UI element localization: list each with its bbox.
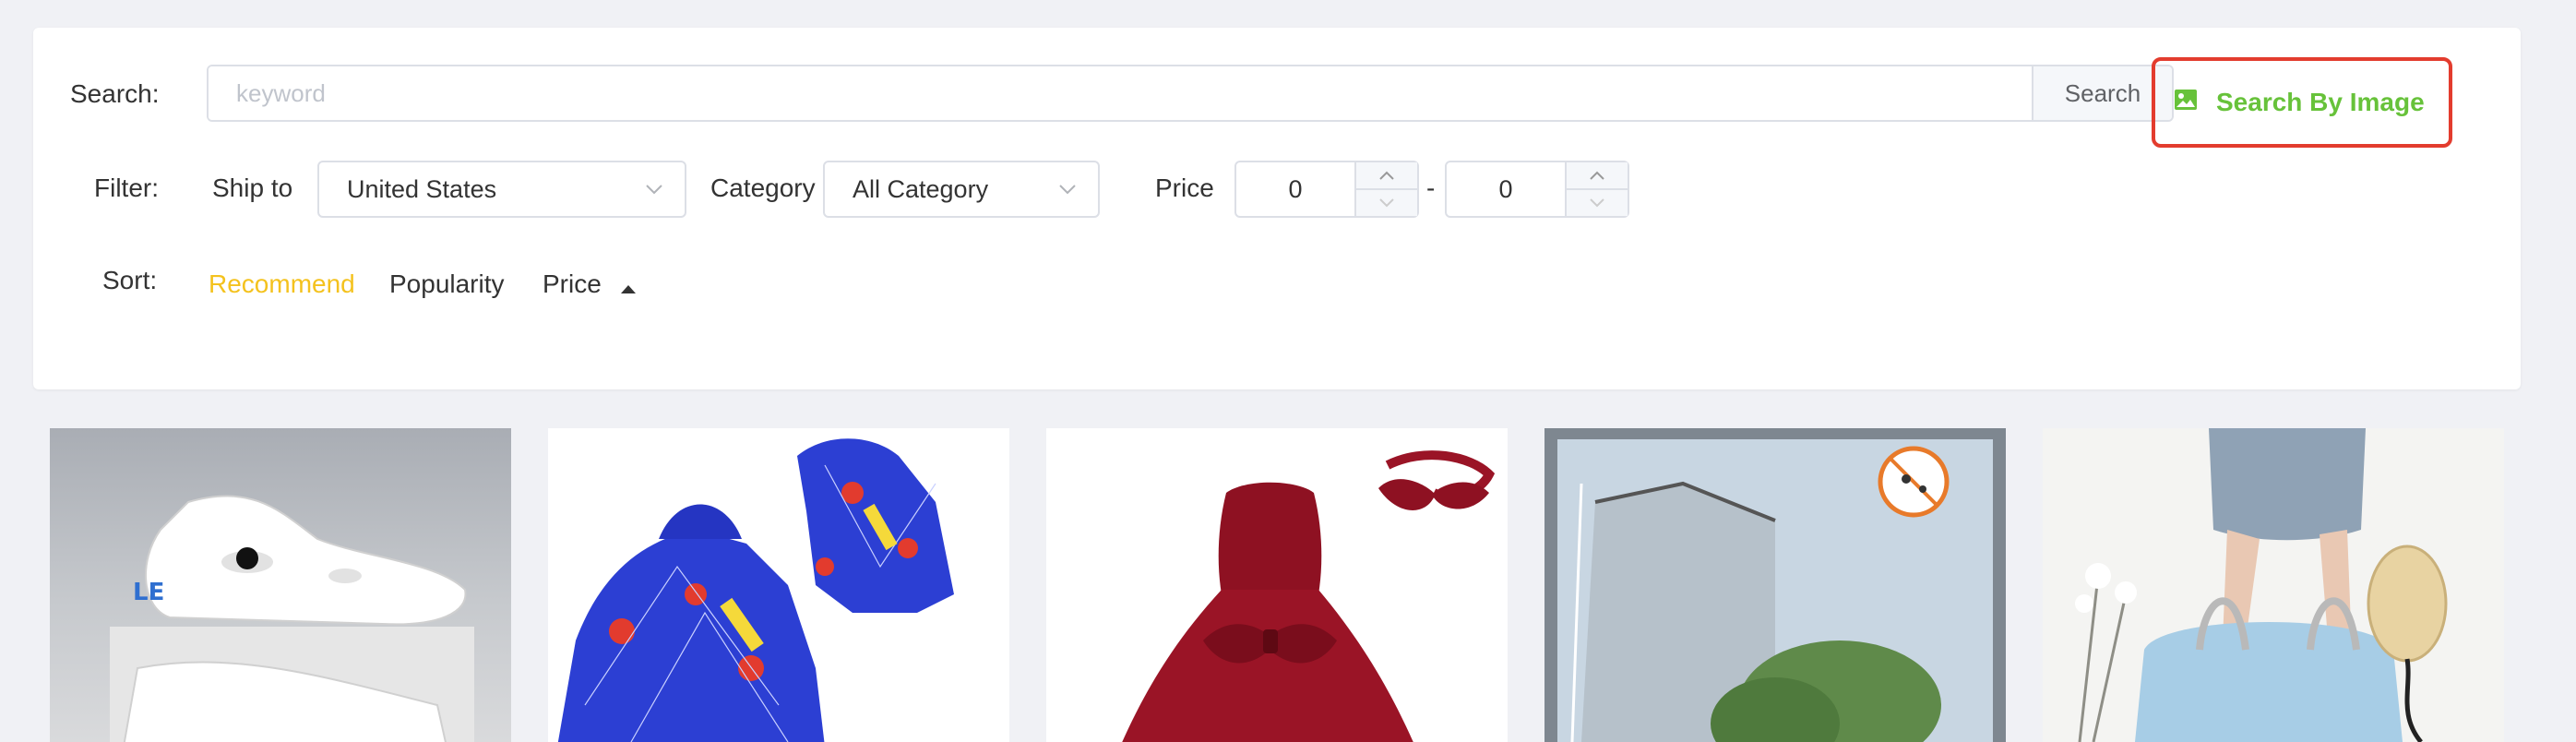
travel-duffel-bag-image — [2043, 428, 2504, 742]
search-bar: Search — [207, 65, 2174, 122]
filter-label: Filter: — [94, 174, 159, 202]
price-max-stepper[interactable]: 0 — [1445, 161, 1629, 218]
sort-label: Sort: — [102, 266, 158, 294]
sort-price-label: Price — [543, 269, 602, 298]
search-by-image-label: Search By Image — [2216, 88, 2425, 116]
price-label: Price — [1155, 174, 1214, 202]
price-min-value[interactable]: 0 — [1236, 162, 1354, 216]
svg-text:LE: LE — [133, 579, 164, 606]
category-value: All Category — [853, 174, 989, 203]
image-icon — [2174, 88, 2198, 117]
product-card[interactable]: LE — [50, 428, 511, 742]
product-card[interactable] — [1544, 428, 2006, 742]
sort-price[interactable]: Price — [543, 269, 637, 301]
white-clog-shoes-image: LE — [110, 495, 474, 742]
increase-icon[interactable] — [1356, 162, 1417, 188]
product-card[interactable] — [548, 428, 1009, 742]
sort-ascending-icon — [620, 271, 637, 301]
ship-to-label: Ship to — [212, 174, 293, 202]
product-card[interactable] — [1046, 428, 1508, 742]
product-card[interactable] — [2043, 428, 2504, 742]
chevron-down-icon — [640, 175, 668, 203]
search-input[interactable] — [209, 66, 2032, 120]
price-min-stepper[interactable]: 0 — [1234, 161, 1419, 218]
ship-to-select[interactable]: United States — [317, 161, 686, 218]
decrease-icon[interactable] — [1356, 188, 1417, 216]
price-max-value[interactable]: 0 — [1447, 162, 1565, 216]
search-label: Search: — [70, 79, 160, 108]
decrease-icon[interactable] — [1567, 188, 1628, 216]
search-filter-panel: Search: Search Search By Image Filter: S… — [33, 28, 2521, 389]
search-by-image-button[interactable]: Search By Image — [2152, 57, 2452, 148]
red-girls-dress-image — [1122, 450, 1496, 742]
ship-to-value: United States — [347, 174, 497, 203]
spiderman-hoodie-image — [557, 438, 954, 742]
sort-popularity[interactable]: Popularity — [389, 269, 505, 299]
price-separator: - — [1426, 174, 1436, 202]
window-screen-net-image — [1544, 428, 2006, 742]
chevron-down-icon — [1054, 175, 1081, 203]
category-label: Category — [710, 174, 816, 202]
sort-recommend[interactable]: Recommend — [209, 269, 355, 299]
category-select[interactable]: All Category — [823, 161, 1100, 218]
increase-icon[interactable] — [1567, 162, 1628, 188]
